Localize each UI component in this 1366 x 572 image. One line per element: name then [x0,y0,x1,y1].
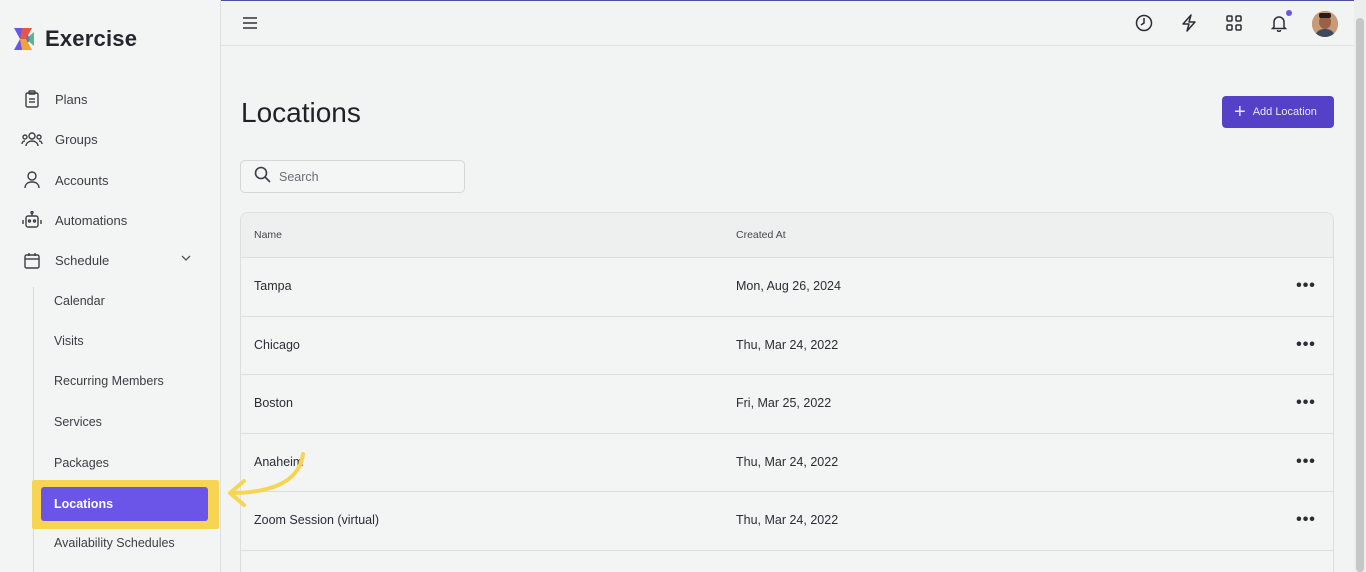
column-header-created-at[interactable]: Created At [736,229,786,241]
created-at: Thu, Mar 24, 2022 [736,513,839,527]
sidebar-item-label: Accounts [55,172,109,188]
locations-table: Name Created At Tampa Mon, Aug 26, 2024 … [240,212,1334,572]
bolt-icon[interactable] [1178,12,1200,34]
robot-icon [20,210,44,230]
user-icon [20,170,44,190]
table-row[interactable]: Zoom Session (virtual) Thu, Mar 24, 2022… [241,492,1333,551]
sidebar-subitem-visits[interactable]: Visits [54,331,84,351]
app-name: Exercise [45,26,138,51]
plus-icon: + [1234,101,1246,123]
sidebar-item-label: Groups [55,131,98,147]
table-row[interactable]: Chicago Thu, Mar 24, 2022 ••• [241,317,1333,375]
add-location-button[interactable]: + Add Location [1222,96,1334,128]
chevron-down-icon[interactable] [180,252,192,267]
more-options-icon[interactable]: ••• [1296,510,1315,530]
location-name: Tampa [254,279,292,293]
sidebar-item-groups[interactable]: Groups [20,127,98,151]
created-at: Fri, Mar 25, 2022 [736,396,832,410]
topbar [221,0,1366,46]
created-at: Thu, Mar 24, 2022 [736,454,839,469]
submenu-divider [33,287,34,572]
sidebar-item-schedule[interactable]: Schedule [20,248,195,272]
created-at: Thu, Mar 24, 2022 [736,337,839,352]
avatar[interactable] [1312,11,1338,37]
users-icon [20,129,44,149]
sidebar-item-label: Automations [55,212,128,228]
created-at: Mon, Aug 26, 2024 [736,279,841,293]
column-header-name[interactable]: Name [254,229,282,241]
search-icon [254,166,271,188]
location-name: Boston [254,396,293,410]
page-title: Locations [241,97,361,128]
table-row[interactable]: Boston Fri, Mar 25, 2022 ••• [241,375,1333,434]
location-name: Chicago [254,337,300,352]
sidebar-item-plans[interactable]: Plans [20,87,88,111]
more-options-icon[interactable]: ••• [1296,335,1315,355]
table-row[interactable]: Tampa Mon, Aug 26, 2024 ••• [241,258,1333,317]
brand[interactable]: Exercise [12,26,137,52]
search-input[interactable] [279,169,449,184]
hamburger-menu-icon[interactable] [241,14,259,32]
search-box[interactable] [240,160,465,193]
sidebar-subitem-services[interactable]: Services [54,412,102,432]
exercise-logo-icon [12,26,36,52]
sidebar-subitem-recurring-members[interactable]: Recurring Members [54,371,164,391]
sidebar-item-accounts[interactable]: Accounts [20,168,108,192]
scrollbar-thumb[interactable] [1356,18,1364,572]
add-location-label: Add Location [1252,106,1317,118]
tutorial-arrow-icon [222,450,312,515]
location-name: Zoom Session (virtual) [254,513,380,527]
sidebar-item-label: Schedule [55,252,110,268]
sidebar-item-automations[interactable]: Automations [20,208,127,232]
sidebar-subitem-availability-schedules[interactable]: Availability Schedules [54,533,175,553]
clipboard-icon [20,89,44,109]
clock-icon[interactable] [1133,12,1155,34]
table-header: Name Created At [241,213,1333,258]
bell-icon[interactable] [1268,10,1292,34]
more-options-icon[interactable]: ••• [1296,276,1315,296]
grid-icon[interactable] [1223,12,1245,34]
notification-dot [1286,10,1292,16]
table-row[interactable]: Anaheim Thu, Mar 24, 2022 ••• [241,434,1333,492]
calendar-icon [20,250,44,270]
more-options-icon[interactable]: ••• [1296,452,1315,472]
sidebar-subitem-calendar[interactable]: Calendar [54,291,105,311]
sidebar: Exercise Plans Groups Accounts Automatio… [0,0,221,572]
scrollbar[interactable] [1354,0,1366,572]
sidebar-item-label: Plans [55,91,88,107]
sidebar-subitem-packages[interactable]: Packages [54,453,109,473]
sidebar-subitem-locations[interactable]: Locations [41,487,208,521]
more-options-icon[interactable]: ••• [1296,393,1315,413]
